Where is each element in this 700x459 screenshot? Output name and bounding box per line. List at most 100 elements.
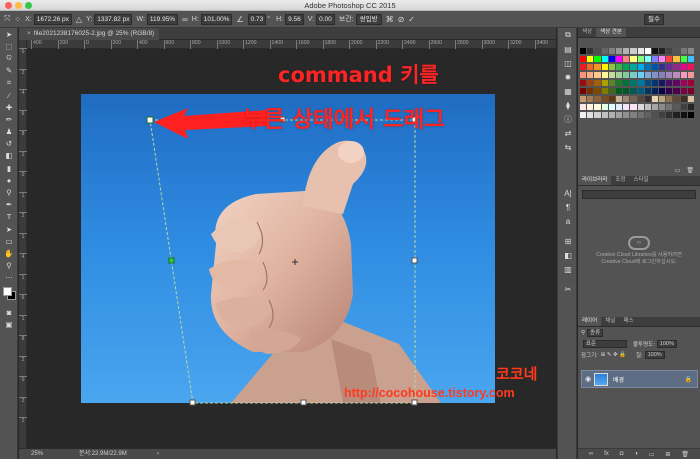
color-swatches[interactable] bbox=[0, 284, 17, 306]
pen-tool-icon[interactable]: ✒ bbox=[0, 199, 18, 211]
color-swatch[interactable] bbox=[601, 56, 608, 62]
color-swatch[interactable] bbox=[587, 80, 594, 86]
color-swatch[interactable] bbox=[680, 72, 687, 78]
vertical-ruler[interactable]: 0246810121416182022 bbox=[19, 40, 27, 448]
color-swatch[interactable] bbox=[580, 112, 587, 118]
color-swatch[interactable] bbox=[673, 112, 680, 118]
new-group-icon[interactable]: ▭ bbox=[649, 451, 655, 458]
color-swatch[interactable] bbox=[644, 72, 651, 78]
color-swatch[interactable] bbox=[580, 104, 587, 110]
color-swatch[interactable] bbox=[587, 112, 594, 118]
color-swatch[interactable] bbox=[630, 72, 637, 78]
brush-tool-icon[interactable]: ✏ bbox=[0, 113, 18, 125]
color-swatch[interactable] bbox=[687, 48, 694, 54]
character-panel-icon[interactable]: A| bbox=[558, 186, 578, 200]
color-swatch[interactable] bbox=[580, 64, 587, 70]
tab-swatches[interactable]: 색상 견본 bbox=[596, 28, 626, 37]
tab-paths[interactable]: 패스 bbox=[619, 317, 637, 326]
color-swatch[interactable] bbox=[580, 48, 587, 54]
link-layers-icon[interactable]: ∞ bbox=[589, 451, 593, 457]
channels-icon[interactable]: ▥ bbox=[558, 262, 578, 276]
color-swatch[interactable] bbox=[651, 48, 659, 54]
color-swatch[interactable] bbox=[594, 88, 601, 94]
color-swatch[interactable] bbox=[659, 104, 666, 110]
color-swatch[interactable] bbox=[651, 64, 659, 70]
color-swatch[interactable] bbox=[580, 88, 587, 94]
color-swatch[interactable] bbox=[666, 88, 673, 94]
color-swatch[interactable] bbox=[637, 96, 644, 102]
color-swatch[interactable] bbox=[630, 48, 637, 54]
navigator-panel-icon[interactable]: ◫ bbox=[558, 56, 578, 70]
color-swatch[interactable] bbox=[687, 56, 694, 62]
relative-position-icon[interactable]: △ bbox=[76, 15, 82, 24]
hand-tool-icon[interactable]: ✋ bbox=[0, 247, 18, 259]
color-swatch[interactable] bbox=[615, 64, 623, 70]
color-swatch[interactable] bbox=[659, 112, 666, 118]
color-swatch[interactable] bbox=[651, 104, 659, 110]
color-swatch[interactable] bbox=[630, 56, 637, 62]
angle-field[interactable]: 0.73 bbox=[247, 13, 267, 25]
clone-stamp-tool-icon[interactable]: ♟ bbox=[0, 126, 18, 138]
gradient-tool-icon[interactable]: ▮ bbox=[0, 162, 18, 174]
cancel-transform-icon[interactable]: ⊘ bbox=[398, 15, 405, 24]
x-position-field[interactable]: 1672.26 px bbox=[33, 13, 72, 25]
color-swatch[interactable] bbox=[587, 48, 594, 54]
workspace-select[interactable]: 필수 bbox=[644, 14, 664, 25]
color-swatch[interactable] bbox=[687, 104, 694, 110]
color-swatch[interactable] bbox=[615, 104, 623, 110]
color-swatch[interactable] bbox=[644, 104, 651, 110]
color-swatch[interactable] bbox=[687, 64, 694, 70]
color-swatch[interactable] bbox=[651, 112, 659, 118]
color-swatch[interactable] bbox=[615, 88, 623, 94]
actions-panel-icon[interactable]: ⇆ bbox=[558, 140, 578, 154]
opacity-field[interactable]: 100% bbox=[656, 339, 677, 348]
color-swatch[interactable] bbox=[580, 96, 587, 102]
color-swatch[interactable] bbox=[637, 72, 644, 78]
color-swatch[interactable] bbox=[687, 96, 694, 102]
color-swatch[interactable] bbox=[666, 72, 673, 78]
color-swatch[interactable] bbox=[623, 64, 630, 70]
width-field[interactable]: 119.95% bbox=[146, 13, 179, 25]
rectangle-tool-icon[interactable]: ▭ bbox=[0, 235, 18, 247]
color-swatch[interactable] bbox=[680, 96, 687, 102]
color-swatch[interactable] bbox=[630, 112, 637, 118]
color-swatch[interactable] bbox=[644, 56, 651, 62]
color-swatch[interactable] bbox=[673, 104, 680, 110]
move-tool-icon[interactable]: ➤ bbox=[0, 28, 18, 40]
link-icon[interactable]: ∞ bbox=[182, 15, 188, 24]
color-swatch[interactable] bbox=[651, 88, 659, 94]
zoom-tool-icon[interactable]: ⚲ bbox=[0, 260, 18, 272]
color-swatch[interactable] bbox=[587, 96, 594, 102]
color-swatch[interactable] bbox=[644, 48, 651, 54]
color-swatch[interactable] bbox=[680, 48, 687, 54]
color-swatch[interactable] bbox=[580, 80, 587, 86]
color-swatch[interactable] bbox=[644, 88, 651, 94]
color-swatch[interactable] bbox=[623, 96, 630, 102]
color-swatch[interactable] bbox=[615, 48, 623, 54]
tool-presets-icon[interactable]: ⇄ bbox=[558, 126, 578, 140]
brush-presets-icon[interactable]: ▦ bbox=[558, 84, 578, 98]
type-tool-icon[interactable]: T bbox=[0, 211, 18, 223]
quick-mask-icon[interactable]: ◙ bbox=[0, 306, 18, 318]
dodge-tool-icon[interactable]: ⚲ bbox=[0, 186, 18, 198]
color-swatch[interactable] bbox=[680, 104, 687, 110]
color-swatch[interactable] bbox=[666, 96, 673, 102]
add-mask-icon[interactable]: ◘ bbox=[620, 451, 624, 457]
new-layer-icon[interactable]: ⊞ bbox=[665, 451, 670, 458]
layer-comps-icon[interactable]: ◧ bbox=[558, 248, 578, 262]
blend-mode-select[interactable]: 표준 bbox=[583, 339, 627, 348]
document-tab[interactable]: × file20212381760​25-2.jpg @ 25% (RGB/8) bbox=[19, 28, 160, 40]
interpolation-select[interactable]: 쌍입방 bbox=[355, 13, 382, 25]
glyphs-panel-icon[interactable]: a bbox=[558, 214, 578, 228]
tab-layers[interactable]: 레이어 bbox=[578, 317, 602, 326]
close-document-icon[interactable]: × bbox=[27, 30, 31, 37]
fill-field[interactable]: 100% bbox=[644, 350, 665, 359]
color-swatch[interactable] bbox=[651, 72, 659, 78]
color-swatch[interactable] bbox=[673, 88, 680, 94]
color-swatch[interactable] bbox=[680, 80, 687, 86]
more-tools-icon[interactable]: ⋯ bbox=[0, 272, 18, 284]
color-swatch[interactable] bbox=[608, 48, 615, 54]
color-swatch[interactable] bbox=[587, 72, 594, 78]
color-swatch[interactable] bbox=[687, 72, 694, 78]
color-swatch[interactable] bbox=[615, 112, 623, 118]
